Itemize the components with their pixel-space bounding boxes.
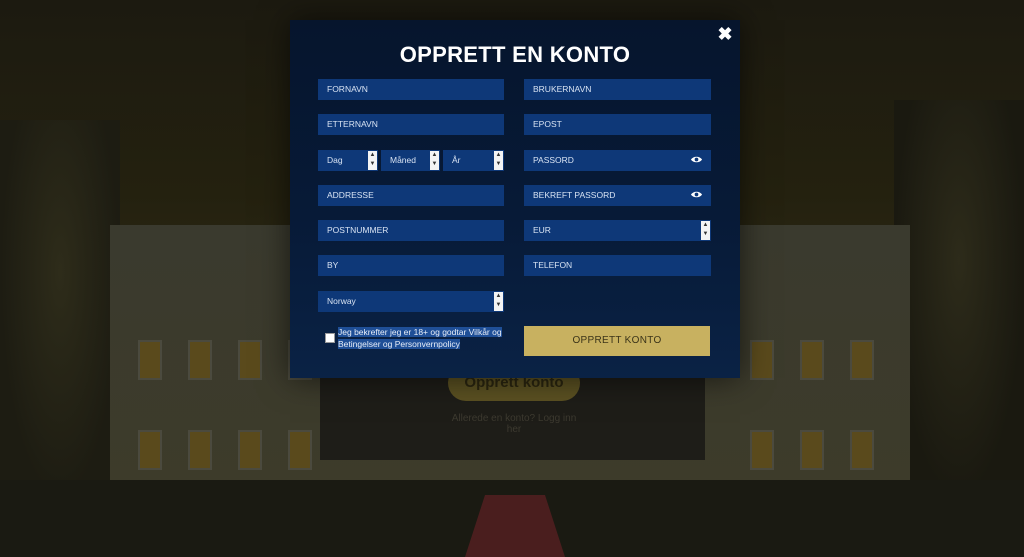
postcode-field[interactable]: POSTNUMMER: [318, 220, 504, 241]
city-placeholder: BY: [327, 260, 339, 270]
background-window: [850, 430, 874, 470]
currency-select[interactable]: EUR ▲ ▼: [524, 220, 711, 241]
background-window: [800, 340, 824, 380]
up-down-arrows-icon: ▲ ▼: [494, 292, 503, 311]
background-window: [750, 340, 774, 380]
confirm-password-field[interactable]: BEKREFT PASSORD: [524, 185, 711, 206]
close-icon[interactable]: ✖: [716, 24, 734, 44]
dob-month-select[interactable]: Måned ▲ ▼: [381, 150, 440, 171]
password-placeholder: PASSORD: [533, 155, 574, 165]
up-down-arrows-icon: ▲ ▼: [430, 151, 439, 170]
background-logo: [10, 30, 140, 50]
background-window: [238, 430, 262, 470]
background-window: [288, 430, 312, 470]
background-window: [850, 340, 874, 380]
terms-text: Jeg bekrefter jeg er 18+ og godtar Vilkå…: [338, 327, 502, 349]
background-window: [188, 430, 212, 470]
up-down-arrows-icon: ▲ ▼: [701, 221, 710, 240]
modal-title: OPPRETT EN KONTO: [399, 42, 631, 67]
dob-day-select[interactable]: Dag ▲ ▼: [318, 150, 378, 171]
background-trees-right: [894, 100, 1024, 500]
background-window: [238, 340, 262, 380]
phone-field[interactable]: TELEFON: [524, 255, 711, 276]
up-down-arrows-icon: ▲ ▼: [368, 151, 377, 170]
background-login-link[interactable]: Allerede en konto? Logg inn her: [448, 413, 580, 435]
background-window: [188, 340, 212, 380]
terms-label[interactable]: Jeg bekrefter jeg er 18+ og godtar Vilkå…: [338, 326, 516, 350]
background-window: [138, 340, 162, 380]
country-value: Norway: [327, 296, 356, 306]
create-account-button[interactable]: OPPRETT KONTO: [524, 326, 710, 356]
country-select[interactable]: Norway ▲ ▼: [318, 291, 504, 312]
background-trees-left: [0, 120, 120, 500]
background-window: [800, 430, 824, 470]
postcode-placeholder: POSTNUMMER: [327, 225, 389, 235]
eye-icon[interactable]: [690, 155, 703, 164]
first-name-placeholder: FORNAVN: [327, 84, 368, 94]
username-field[interactable]: BRUKERNAVN: [524, 79, 711, 100]
last-name-field[interactable]: ETTERNAVN: [318, 114, 504, 135]
phone-placeholder: TELEFON: [533, 260, 573, 270]
email-field[interactable]: EPOST: [524, 114, 711, 135]
address-placeholder: ADDRESSE: [327, 190, 374, 200]
currency-value: EUR: [533, 225, 551, 235]
background-window: [750, 430, 774, 470]
signup-modal: ✖ OPPRETT EN KONTO FORNAVN ETTERNAVN Dag…: [290, 20, 740, 378]
address-field[interactable]: ADDRESSE: [318, 185, 504, 206]
first-name-field[interactable]: FORNAVN: [318, 79, 504, 100]
up-down-arrows-icon: ▲ ▼: [494, 151, 503, 170]
username-placeholder: BRUKERNAVN: [533, 84, 592, 94]
email-placeholder: EPOST: [533, 119, 562, 129]
background-window: [138, 430, 162, 470]
terms-checkbox[interactable]: [325, 333, 335, 343]
confirm-password-placeholder: BEKREFT PASSORD: [533, 190, 616, 200]
last-name-placeholder: ETTERNAVN: [327, 119, 378, 129]
eye-icon[interactable]: [690, 190, 703, 199]
password-field[interactable]: PASSORD: [524, 150, 711, 171]
dob-year-select[interactable]: År ▲ ▼: [443, 150, 504, 171]
city-field[interactable]: BY: [318, 255, 504, 276]
